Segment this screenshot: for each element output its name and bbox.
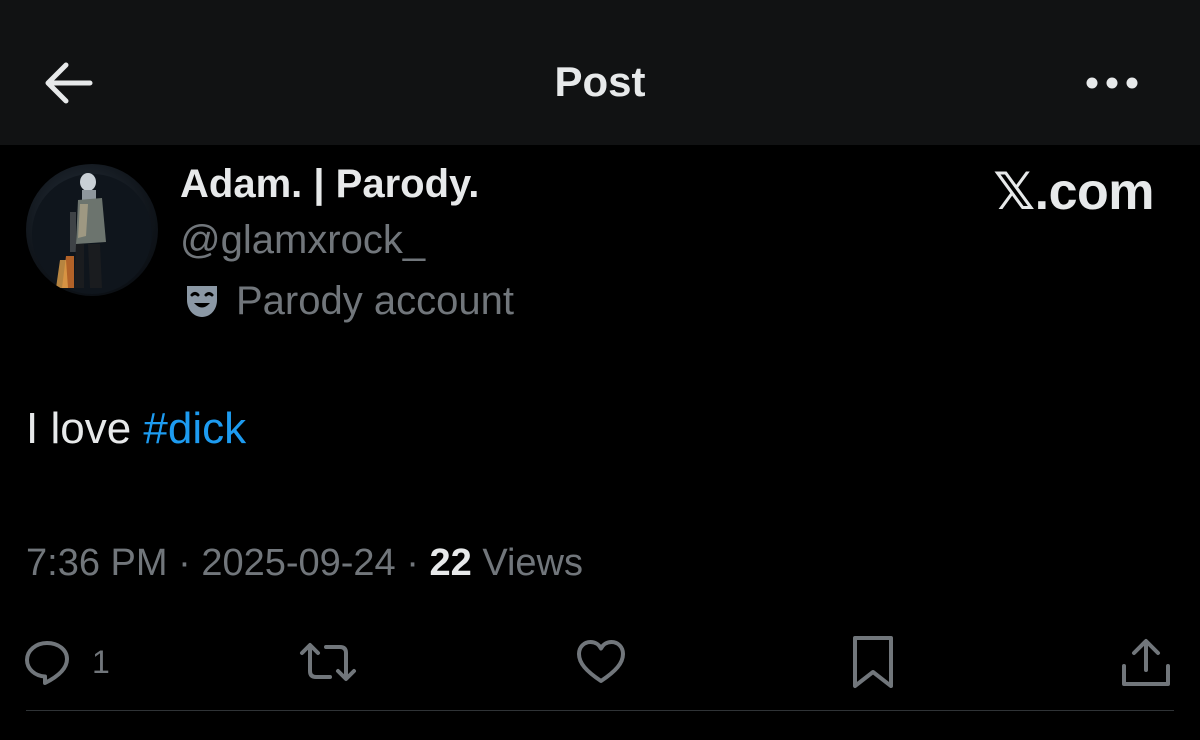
page-title: Post xyxy=(554,58,646,105)
post-text: I love #dick xyxy=(26,404,246,454)
heart-icon xyxy=(577,640,625,683)
avatar-image xyxy=(32,173,152,294)
repost-icon xyxy=(300,643,356,681)
action-bar: 1 xyxy=(0,630,1200,700)
post-text-body: I love xyxy=(26,404,144,453)
arrow-left-icon xyxy=(45,62,93,104)
post-time[interactable]: 7:36 PM xyxy=(26,542,168,584)
xcom-logo: 𝕏.com xyxy=(993,163,1154,221)
views-count[interactable]: 22 xyxy=(429,542,471,584)
parody-label-row: Parody account xyxy=(184,278,514,324)
author-handle[interactable]: @glamxrock_ xyxy=(180,218,425,263)
theater-mask-icon xyxy=(184,282,220,320)
reply-count: 1 xyxy=(92,643,110,680)
avatar[interactable] xyxy=(26,164,158,296)
top-bar: Post xyxy=(0,0,1200,145)
repost-button[interactable] xyxy=(296,630,360,694)
hashtag-link[interactable]: #dick xyxy=(143,404,246,453)
back-button[interactable] xyxy=(40,58,96,108)
bookmark-button[interactable] xyxy=(848,630,898,694)
like-button[interactable] xyxy=(574,630,628,694)
post-meta: 7:36 PM · 2025-09-24 · 22 Views xyxy=(26,542,583,585)
post-date[interactable]: 2025-09-24 xyxy=(201,542,395,584)
meta-separator: · xyxy=(395,542,430,584)
reply-button[interactable]: 1 xyxy=(22,630,110,694)
ellipsis-icon xyxy=(1086,77,1138,89)
author-display-name[interactable]: Adam. | Parody. xyxy=(180,162,479,207)
meta-separator: · xyxy=(167,542,202,584)
parody-account-label: Parody account xyxy=(236,278,514,323)
share-button[interactable] xyxy=(1118,630,1174,694)
share-upload-icon xyxy=(1122,639,1170,686)
reply-bubble-icon xyxy=(25,641,69,685)
bookmark-icon xyxy=(853,636,893,688)
more-options-button[interactable] xyxy=(1080,66,1144,100)
divider xyxy=(26,710,1174,711)
views-label[interactable]: Views xyxy=(472,542,583,584)
